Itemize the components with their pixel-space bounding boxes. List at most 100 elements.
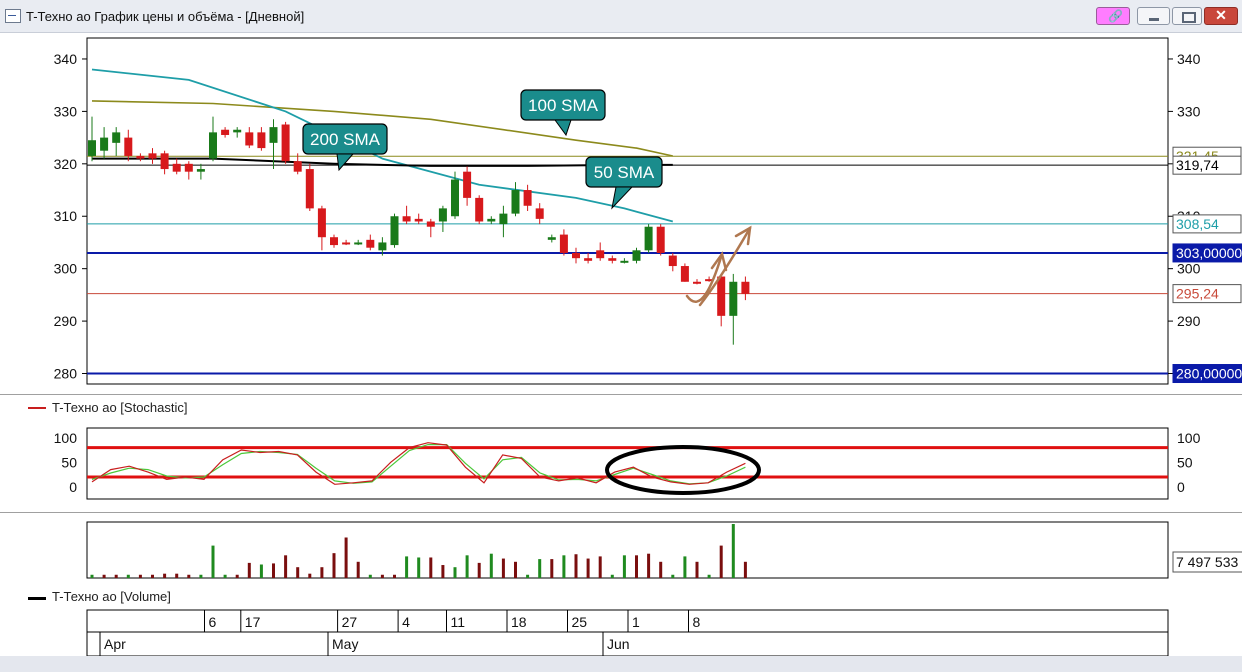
candle-body (463, 171, 472, 198)
volume-bar (332, 553, 336, 578)
date-axis: 6 17 27 4 11 18 25 1 8Apr May Jun (86, 609, 1169, 656)
volume-bar (465, 555, 469, 578)
candle-body (221, 129, 230, 135)
date-tick-label: 4 (402, 614, 410, 630)
candle-body (547, 237, 556, 240)
candle-body (620, 260, 629, 263)
date-tick-label: 8 (693, 614, 701, 630)
volume-bar (380, 574, 384, 578)
candle-body (390, 216, 399, 246)
volume-bar (417, 557, 421, 578)
candle-body (160, 153, 169, 170)
volume-bar (647, 553, 651, 578)
y-tick-label-left: 300 (54, 261, 78, 277)
stoch-tick-label-left: 0 (69, 479, 77, 495)
stoch-tick-label-left: 100 (54, 430, 78, 446)
candle-body (668, 255, 677, 267)
candle-body (523, 190, 532, 206)
pin-button[interactable]: 🔗 (1096, 7, 1130, 25)
volume-bar (235, 574, 239, 578)
candle-body (281, 124, 290, 162)
volume-bar (344, 537, 348, 578)
maximize-button[interactable] (1172, 7, 1202, 25)
volume-legend-swatch (28, 597, 46, 600)
volume-bar (429, 557, 433, 578)
price-level-label-text: 319,74 (1176, 157, 1219, 173)
volume-bar (659, 561, 663, 578)
link-icon: 🔗 (1108, 9, 1123, 23)
candle-body (644, 226, 653, 251)
volume-value-label: 7 497 533 (1176, 554, 1238, 570)
candle-body (257, 132, 266, 149)
y-tick-label-left: 280 (54, 366, 78, 382)
panel-separator (0, 512, 1242, 513)
minimize-button[interactable] (1137, 7, 1170, 25)
close-button[interactable]: ✕ (1204, 7, 1238, 25)
volume-bar (719, 545, 723, 578)
candle-body (366, 239, 375, 248)
price-level-label: 295,24 (1172, 284, 1242, 304)
stochastic-legend: T-Техно ао [Stochastic] (52, 400, 188, 415)
volume-bar (187, 574, 191, 578)
volume-bar (574, 554, 578, 578)
price-level-label-text: 280,00000 (1176, 366, 1242, 382)
volume-bar (477, 562, 481, 578)
stochastic-legend-swatch (28, 407, 46, 409)
volume-bar (247, 562, 251, 578)
candle-body (317, 208, 326, 238)
candle-body (729, 281, 738, 316)
candle-body (608, 258, 617, 261)
volume-legend: T-Техно ао [Volume] (52, 589, 171, 604)
volume-bar (538, 559, 542, 578)
candle-body (596, 250, 605, 259)
candle-body (426, 221, 435, 227)
app-chart-icon (5, 9, 21, 23)
y-tick-label-left: 320 (54, 156, 78, 172)
volume-bar (296, 567, 300, 578)
price-level-label: 303,00000 (1172, 243, 1242, 263)
volume-bar (441, 565, 445, 578)
volume-bar (610, 574, 614, 578)
window-title: T-Техно ао График цены и объёма - [Дневн… (26, 9, 305, 24)
volume-bar (102, 574, 106, 578)
price-level-label-text: 295,24 (1176, 286, 1219, 302)
status-bar (0, 656, 1242, 672)
sma-callout-text: 50 SMA (594, 163, 655, 182)
y-tick-label-left: 290 (54, 313, 78, 329)
candle-body (438, 208, 447, 222)
volume-bar (356, 561, 360, 578)
candle-body (148, 153, 157, 159)
y-tick-label-right: 290 (1177, 313, 1201, 329)
candle-body (330, 237, 338, 246)
price-level-label-text: 308,54 (1176, 216, 1219, 232)
volume-bar (707, 574, 711, 578)
stoch-tick-label-left: 50 (61, 454, 77, 470)
price-plot-frame (86, 37, 1169, 385)
volume-bar (683, 556, 687, 578)
y-tick-label-left: 310 (54, 208, 78, 224)
date-tick-label: 11 (451, 614, 466, 630)
close-icon: ✕ (1215, 7, 1227, 23)
stochastic-chart[interactable]: 0 0 50 50 100 100 (0, 420, 1242, 510)
y-tick-label-left: 340 (54, 51, 78, 67)
price-level-label: 308,54 (1172, 214, 1242, 234)
window-titlebar: T-Техно ао График цены и объёма - [Дневн… (0, 0, 1242, 33)
candle-body (184, 163, 193, 172)
price-level-label-text: 303,00000 (1176, 245, 1242, 261)
volume-bar (211, 545, 215, 578)
candle-body (124, 137, 133, 156)
volume-bar (743, 561, 747, 578)
volume-bar (163, 573, 167, 578)
price-chart[interactable]: 2802802902903003003103103203203303303403… (0, 32, 1242, 392)
candle-body (378, 242, 387, 251)
volume-chart[interactable]: 7 497 533 (0, 518, 1242, 582)
month-label: Jun (607, 636, 630, 652)
stoch-tick-label-right: 100 (1177, 430, 1201, 446)
panel-separator (0, 394, 1242, 395)
volume-bar (622, 555, 626, 578)
volume-bar (259, 564, 263, 578)
volume-bar (598, 556, 602, 578)
date-tick-label: 6 (209, 614, 217, 630)
candle-body (305, 169, 314, 209)
candle-body (112, 132, 121, 143)
